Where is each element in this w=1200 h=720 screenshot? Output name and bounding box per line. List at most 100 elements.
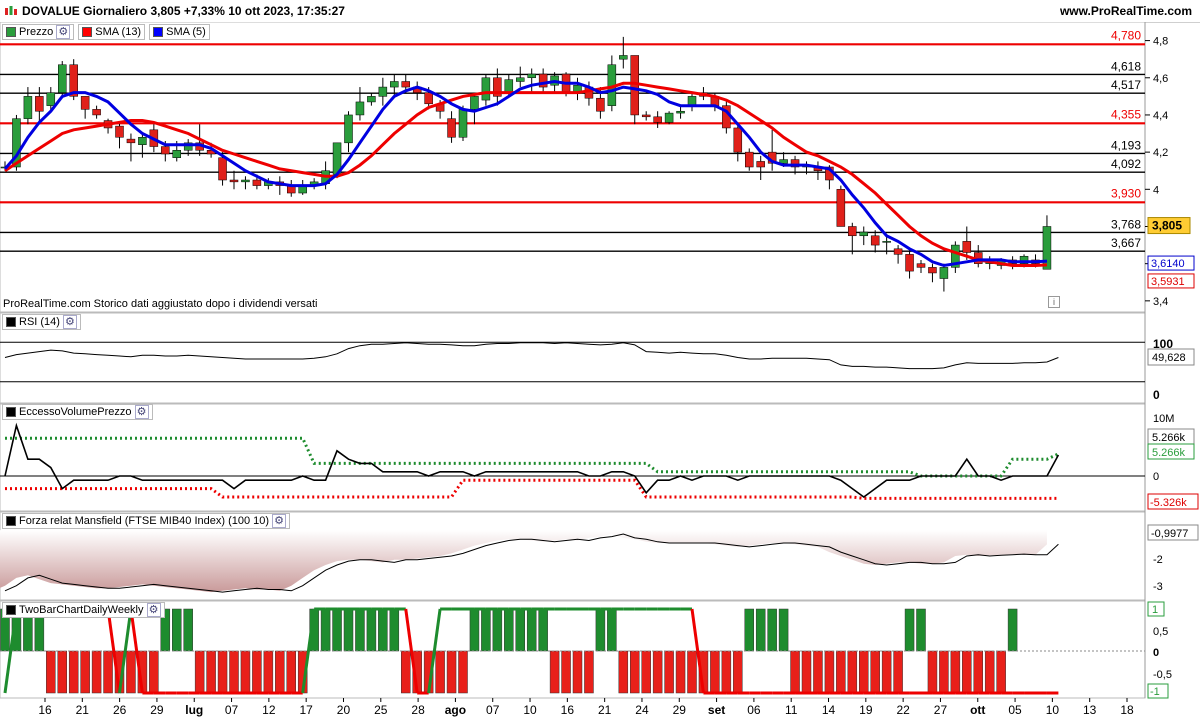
twobar-up-bar (526, 608, 537, 652)
legend-evp[interactable]: EccessoVolumePrezzo ⚙ (2, 404, 153, 420)
legend-sma13[interactable]: SMA (13) (78, 24, 146, 40)
candle (836, 189, 846, 227)
price-panel[interactable] (0, 22, 1146, 313)
x-tick-label: 16 (561, 703, 575, 717)
twobar-down-bar (275, 650, 285, 694)
twobar-down-bar (675, 650, 686, 694)
twobar-down-bar (217, 650, 228, 694)
data-note: ProRealTime.com Storico dati aggiustato … (3, 298, 318, 310)
x-tick-label: 21 (76, 703, 90, 717)
twobar-down-bar (618, 650, 629, 694)
wrench-icon[interactable]: ⚙ (134, 405, 149, 419)
twobar-up-bar (744, 608, 754, 652)
x-tick-label: 11 (785, 703, 798, 717)
twobar-down-bar (687, 650, 697, 694)
twobar-down-bar (950, 650, 961, 694)
rsi-value: 49,628 (1152, 352, 1186, 364)
candle (504, 79, 514, 93)
title-bar: DOVALUE Giornaliero 3,805 +7,33% 10 ott … (0, 0, 1200, 23)
evp-scale-top: 10M (1153, 413, 1174, 425)
info-icon[interactable]: i (1048, 296, 1060, 308)
twobar-down-bar (46, 650, 56, 694)
twobar-down-bar (126, 650, 136, 694)
twobar-panel[interactable] (0, 600, 1146, 699)
rsi-panel[interactable] (0, 312, 1146, 404)
candle (229, 179, 239, 183)
twobar-down-bar (229, 650, 239, 694)
candle (619, 55, 628, 60)
twobar-tick-1: 0,5 (1153, 626, 1168, 638)
twobar-down-bar (859, 650, 869, 694)
x-tick-label: 12 (262, 703, 276, 717)
candle (916, 263, 926, 268)
evp-legend: EccessoVolumePrezzo ⚙ (2, 404, 153, 420)
candle (905, 254, 914, 272)
price-tick-label: 4,4 (1153, 110, 1168, 122)
twobar-down-bar (962, 650, 972, 694)
evp-value-black: 5.266k (1152, 432, 1186, 444)
twobar-down-bar (652, 650, 663, 694)
twobar-down-bar (881, 650, 892, 694)
wrench-icon[interactable]: ⚙ (146, 603, 161, 617)
twobar-down-bar (984, 650, 995, 694)
legend-mansfield[interactable]: Forza relat Mansfield (FTSE MIB40 Index)… (2, 513, 291, 529)
x-tick-label: 28 (411, 703, 425, 717)
wrench-icon[interactable]: ⚙ (62, 315, 77, 329)
twobar-up-bar (378, 608, 388, 652)
x-tick-label: 20 (337, 703, 351, 717)
legend-sma5[interactable]: SMA (5) (149, 24, 210, 40)
twobar-down-bar (206, 650, 216, 694)
twobar-tick-2: 0 (1153, 647, 1159, 659)
twobar-up-bar (755, 608, 766, 652)
candle (23, 96, 33, 119)
candle (161, 146, 170, 155)
candle (401, 81, 410, 88)
candle (745, 151, 754, 168)
twobar-down-bar (194, 650, 205, 694)
legend-rsi[interactable]: RSI (14) ⚙ (2, 314, 81, 330)
site-link[interactable]: www.ProRealTime.com (1060, 4, 1192, 18)
candle (516, 77, 525, 82)
twobar-up-bar (504, 608, 514, 652)
twobar-down-bar (103, 650, 113, 694)
x-tick-label: 27 (934, 703, 948, 717)
rsi-legend: RSI (14) ⚙ (2, 314, 81, 330)
twobar-down-bar (813, 650, 823, 694)
twobar-up-bar (366, 608, 377, 652)
legend-prezzo[interactable]: Prezzo ⚙ (2, 24, 75, 40)
twobar-down-bar (252, 650, 262, 694)
x-tick-label: 29 (150, 703, 164, 717)
evp-swatch-icon (6, 407, 16, 417)
chart-app-icon (5, 6, 17, 15)
twobar-up-bar (515, 608, 525, 652)
twobar-down-bar (435, 650, 445, 694)
twobar-down-bar (240, 650, 251, 694)
wrench-icon[interactable]: ⚙ (272, 514, 287, 528)
candle (939, 267, 949, 279)
wrench-icon[interactable]: ⚙ (56, 25, 71, 39)
twobar-down-bar (824, 650, 835, 694)
black-level-label: 4,618 (1111, 59, 1141, 73)
stock-chart[interactable]: 4,84,64,44,243,83,63,43,8053,61403,59311… (0, 22, 1200, 720)
x-tick-label: 14 (822, 703, 836, 717)
twobar-down-bar (721, 650, 732, 694)
twobar-up-bar (904, 608, 915, 652)
twobar-up-bar (332, 608, 342, 652)
twobar-value-bottom: -1 (1150, 686, 1160, 698)
candle (35, 96, 44, 112)
black-level-label: 3,768 (1111, 217, 1141, 231)
candle (241, 179, 250, 183)
candle (367, 96, 376, 103)
rsi-scale-bottom: 0 (1153, 388, 1160, 402)
last-price-label: 3,805 (1152, 219, 1182, 233)
legend-twobar[interactable]: TwoBarChartDailyWeekly ⚙ (2, 602, 165, 618)
evp-panel[interactable] (0, 403, 1146, 512)
candle (870, 235, 880, 246)
candle (596, 97, 605, 112)
twobar-down-bar (149, 650, 159, 694)
x-tick-label: 18 (1120, 703, 1134, 717)
black-level-label: 4,193 (1111, 138, 1141, 152)
x-tick-label: lug (185, 703, 203, 717)
mansfield-tick-1: -2 (1153, 554, 1163, 566)
twobar-down-bar (446, 650, 457, 694)
